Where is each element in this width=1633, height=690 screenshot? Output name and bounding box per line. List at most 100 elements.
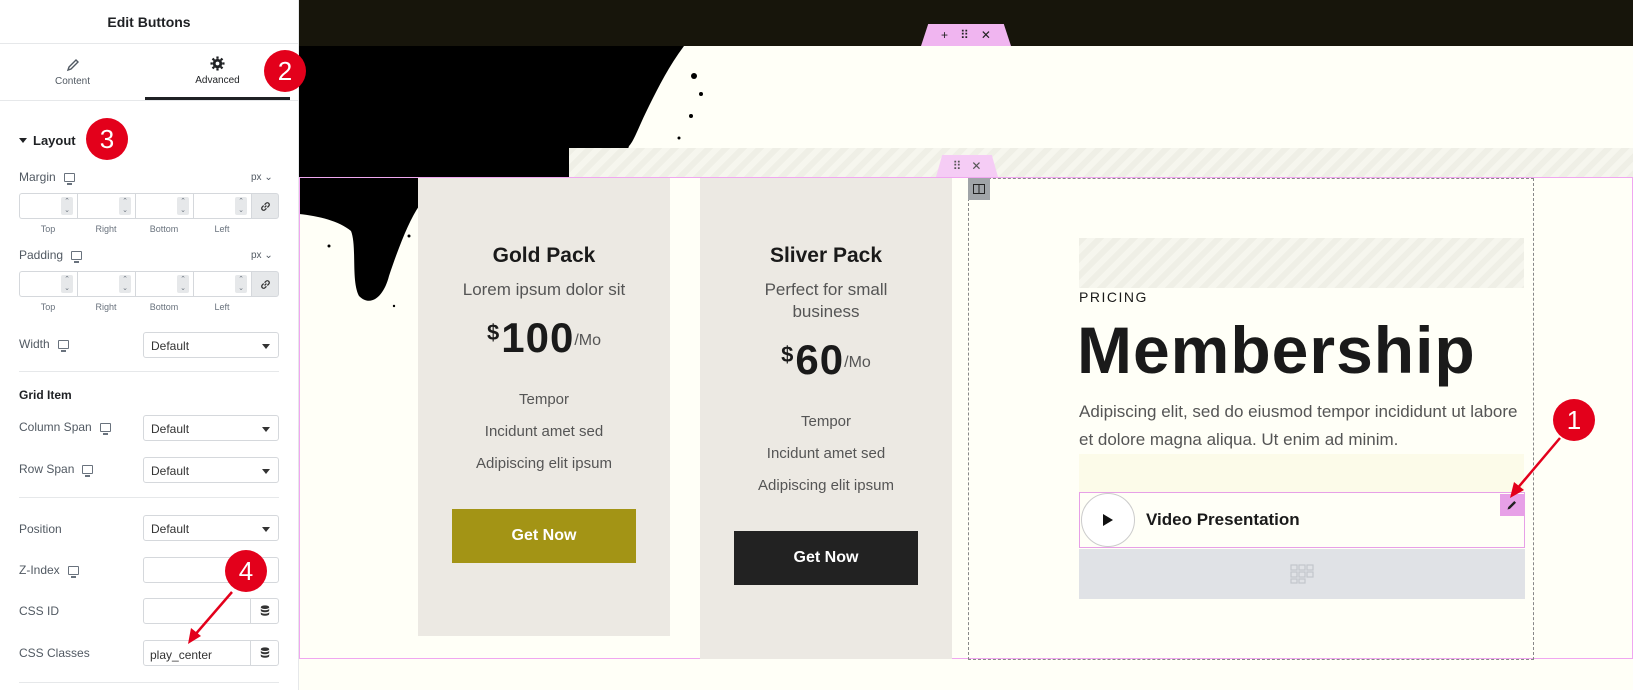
desktop-icon <box>82 464 94 477</box>
spinner[interactable]: ⌃ ⌄ <box>235 275 247 293</box>
panel-tabs: Content Advanced <box>0 44 299 101</box>
currency: $ <box>487 320 500 345</box>
padding-unit: px <box>251 250 262 261</box>
section-handle[interactable]: + ⠿ ✕ <box>921 24 1011 46</box>
margin-left-input[interactable]: ⌃ ⌄ <box>193 193 251 219</box>
field-label-right: Right <box>95 302 117 312</box>
position-label: Position <box>19 522 62 536</box>
pencil-icon <box>66 58 79 71</box>
divider <box>19 682 279 683</box>
field-label-left: Left <box>214 302 230 312</box>
position-select[interactable]: Default <box>143 515 279 541</box>
tab-advanced-label: Advanced <box>195 74 240 86</box>
divider <box>19 371 279 372</box>
tab-content[interactable]: Content <box>0 44 145 100</box>
width-select[interactable]: Default <box>143 332 279 358</box>
css-id-label: CSS ID <box>19 604 59 618</box>
padding-label: Padding <box>19 248 83 263</box>
membership-heading: Membership <box>1077 313 1476 387</box>
widget-placeholder <box>1079 549 1525 599</box>
margin-label-text: Margin <box>19 170 56 184</box>
css-id-dynamic-button[interactable] <box>250 598 279 624</box>
padding-top-input[interactable]: ⌃ ⌄ <box>19 271 77 297</box>
margin-unit-select[interactable]: px ⌄ <box>251 172 273 183</box>
row-span-label: Row Span <box>19 462 94 477</box>
width-label: Width <box>19 337 69 352</box>
spinner[interactable]: ⌃ ⌄ <box>177 197 189 215</box>
panel-title: Edit Buttons <box>0 0 298 44</box>
feature-item: Adipiscing elit ipsum <box>758 477 894 494</box>
close-icon[interactable]: ✕ <box>981 28 991 42</box>
section-stripe <box>569 148 1633 178</box>
annotation-arrow-4 <box>188 591 233 644</box>
price-period: /Mo <box>574 332 601 349</box>
drag-icon[interactable]: ⠿ <box>960 28 969 42</box>
card-title: Gold Pack <box>492 244 596 267</box>
position-label-text: Position <box>19 522 62 536</box>
container-handle[interactable]: ⠿ ✕ <box>936 155 998 177</box>
width-label-text: Width <box>19 337 50 351</box>
field-label-top: Top <box>40 302 56 312</box>
spinner[interactable]: ⌃ ⌄ <box>235 197 247 215</box>
css-classes-label-text: CSS Classes <box>19 646 90 660</box>
row-span-select[interactable]: Default <box>143 457 279 483</box>
link-icon <box>260 279 270 289</box>
layout-section-toggle[interactable]: Layout <box>19 133 76 148</box>
row-span-label-text: Row Span <box>19 462 75 476</box>
price-value: 60 <box>795 336 845 383</box>
video-button-label: Video Presentation <box>1146 510 1300 529</box>
margin-link-button[interactable] <box>251 193 279 219</box>
spinner[interactable]: ⌃ ⌄ <box>61 275 73 293</box>
css-classes-dynamic-button[interactable] <box>250 640 279 666</box>
field-label-left: Left <box>214 224 230 234</box>
editor-canvas: + ⠿ ✕ ⠿ ✕ Gold Pack Lorem ipsum dolor si… <box>299 0 1633 690</box>
drag-icon[interactable]: ⠿ <box>953 159 962 173</box>
spinner[interactable]: ⌃ ⌄ <box>119 275 131 293</box>
margin-inputs: ⌃ ⌄ ⌃ ⌄ ⌃ ⌄ ⌃ ⌄ <box>19 193 279 221</box>
database-icon <box>260 605 269 616</box>
spinner[interactable]: ⌃ ⌄ <box>119 197 131 215</box>
css-classes-label: CSS Classes <box>19 646 90 660</box>
padding-right-input[interactable]: ⌃ ⌄ <box>77 271 135 297</box>
padding-unit-select[interactable]: px ⌄ <box>251 250 273 261</box>
link-icon <box>260 201 270 211</box>
annotation-badge-4: 4 <box>225 550 267 592</box>
field-label-bottom: Bottom <box>149 302 179 312</box>
padding-link-button[interactable] <box>251 271 279 297</box>
get-now-button[interactable]: Get Now <box>734 531 918 585</box>
padding-field-labels: Top Right Bottom Left <box>19 302 251 312</box>
card-subtitle: Lorem ipsum dolor sit <box>462 280 626 299</box>
desktop-icon <box>99 422 111 435</box>
annotation-arrow-1 <box>1510 437 1561 498</box>
margin-bottom-input[interactable]: ⌃ ⌄ <box>135 193 193 219</box>
database-icon <box>260 647 269 658</box>
spacer <box>1079 454 1524 492</box>
card-title: Sliver Pack <box>769 244 883 267</box>
column-icon[interactable] <box>968 178 990 200</box>
card-subtitle: Perfect for small business <box>764 280 888 321</box>
tab-content-label: Content <box>54 75 91 87</box>
margin-field-labels: Top Right Bottom Left <box>19 224 251 234</box>
pricing-card-silver: Sliver Pack Perfect for small business $… <box>700 178 952 659</box>
membership-description: Adipiscing elit, sed do eiusmod tempor i… <box>1079 402 1518 449</box>
spinner[interactable]: ⌃ ⌄ <box>61 197 73 215</box>
feature-item: Tempor <box>518 391 570 408</box>
feature-item: Incidunt amet sed <box>484 423 604 440</box>
margin-top-input[interactable]: ⌃ ⌄ <box>19 193 77 219</box>
column-span-select[interactable]: Default <box>143 415 279 441</box>
field-label-right: Right <box>95 224 117 234</box>
video-presentation-button[interactable]: Video Presentation <box>1079 492 1525 548</box>
padding-left-input[interactable]: ⌃ ⌄ <box>193 271 251 297</box>
play-icon[interactable] <box>1081 493 1135 547</box>
get-now-button[interactable]: Get Now <box>452 509 636 563</box>
desktop-icon <box>57 339 69 352</box>
padding-bottom-input[interactable]: ⌃ ⌄ <box>135 271 193 297</box>
grid-item-heading: Grid Item <box>19 388 72 402</box>
add-icon[interactable]: + <box>941 28 948 42</box>
z-index-label: Z-Index <box>19 563 79 578</box>
desktop-icon <box>63 172 75 185</box>
margin-right-input[interactable]: ⌃ ⌄ <box>77 193 135 219</box>
spinner[interactable]: ⌃ ⌄ <box>177 275 189 293</box>
grid-placeholder-icon <box>1290 564 1314 584</box>
close-icon[interactable]: ✕ <box>971 159 981 173</box>
